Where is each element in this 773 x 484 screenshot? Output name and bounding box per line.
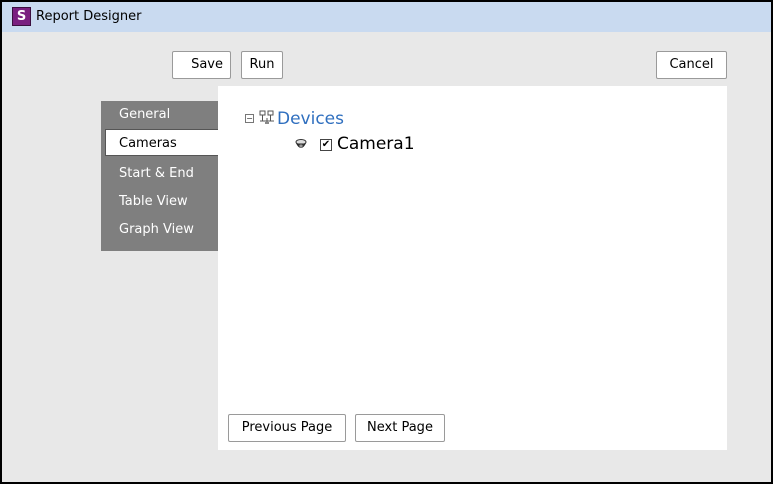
sidebar-item-general[interactable]: General [101,101,218,128]
sidebar-item-start-end[interactable]: Start & End [101,160,218,187]
window-title: Report Designer [36,9,142,24]
collapse-icon[interactable]: − [245,114,254,123]
camera-icon [295,139,307,148]
tree-item-camera1[interactable]: Camera1 [337,134,415,154]
app-logo-icon: S [12,7,31,26]
run-button[interactable]: Run [241,51,283,79]
sidebar-item-table-view[interactable]: Table View [101,188,218,215]
sidebar-nav: General Cameras Start & End Table View G… [101,101,219,251]
next-page-button[interactable]: Next Page [355,414,445,442]
cancel-button[interactable]: Cancel [656,51,727,79]
camera1-checkbox[interactable]: ✔ [320,139,332,151]
save-button[interactable]: Save [172,51,231,79]
network-icon [259,110,274,124]
title-bar[interactable]: S Report Designer [2,2,771,32]
sidebar-item-graph-view[interactable]: Graph View [101,216,218,243]
previous-page-button[interactable]: Previous Page [228,414,346,442]
sidebar-item-cameras[interactable]: Cameras [105,129,219,156]
tree-root-devices[interactable]: Devices [277,109,344,129]
